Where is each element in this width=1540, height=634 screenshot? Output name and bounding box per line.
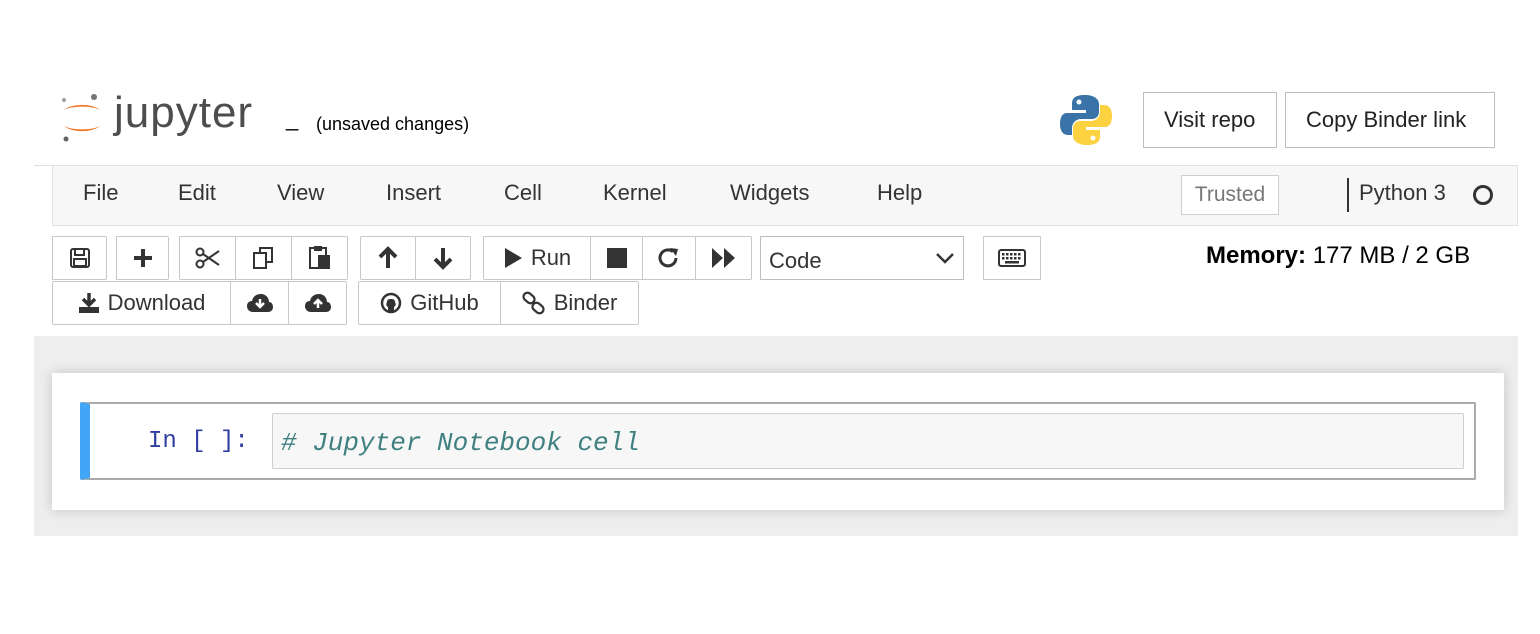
github-button[interactable]: GitHub — [358, 281, 501, 325]
insert-cell-button[interactable] — [116, 236, 169, 280]
link-icon — [522, 291, 545, 315]
restart-button[interactable] — [642, 236, 696, 280]
jupyter-logo-text[interactable]: jupyter — [114, 88, 253, 138]
kernel-separator — [1347, 178, 1349, 212]
download-label: Download — [107, 290, 206, 315]
cell-input-area[interactable]: # Jupyter Notebook cell — [272, 413, 1464, 469]
menu-view[interactable]: View — [277, 180, 324, 206]
memory-usage: Memory: 177 MB / 2 GB — [1206, 242, 1470, 270]
download-button[interactable]: Download — [52, 281, 231, 325]
cloud-download-icon — [246, 294, 273, 312]
visit-repo-button[interactable]: Visit repo — [1143, 92, 1277, 148]
download-group: Download — [52, 281, 347, 325]
move-up-button[interactable] — [360, 236, 416, 280]
save-group — [52, 236, 107, 280]
keyboard-icon — [998, 249, 1026, 267]
memory-label: Memory: — [1206, 242, 1307, 269]
github-label: GitHub — [410, 290, 479, 315]
menu-kernel[interactable]: Kernel — [603, 180, 667, 206]
menu-help[interactable]: Help — [877, 180, 922, 206]
arrow-up-icon — [378, 246, 398, 268]
cloud-upload-icon — [304, 294, 331, 312]
github-icon — [381, 292, 402, 314]
run-group: Run — [483, 236, 752, 280]
menu-insert[interactable]: Insert — [386, 180, 441, 206]
code-cell[interactable]: In [ ]: # Jupyter Notebook cell — [80, 402, 1476, 480]
notebook-name[interactable]: _ — [286, 106, 298, 132]
scissors-icon — [195, 247, 220, 269]
clipboard-group — [179, 236, 348, 280]
run-button[interactable]: Run — [483, 236, 591, 280]
download-icon — [78, 293, 99, 313]
notebook-header: jupyter _ (unsaved changes) Visit repo C… — [34, 70, 1518, 166]
insert-group — [116, 236, 169, 280]
menu-file[interactable]: File — [83, 180, 118, 206]
play-icon — [504, 248, 522, 268]
trusted-indicator[interactable]: Trusted — [1181, 175, 1279, 215]
links-group: GitHub Binder — [358, 281, 639, 325]
kernel-idle-icon — [1473, 185, 1493, 205]
restart-run-all-button[interactable] — [695, 236, 752, 280]
kernel-name[interactable]: Python 3 — [1359, 180, 1446, 206]
input-prompt: In [ ]: — [148, 428, 249, 455]
stop-icon — [606, 248, 627, 268]
chevron-down-icon — [936, 253, 954, 264]
paste-icon — [308, 246, 330, 269]
python-logo-icon — [1058, 92, 1114, 148]
paste-button[interactable] — [291, 236, 348, 280]
move-group — [360, 236, 471, 280]
binder-button[interactable]: Binder — [500, 281, 639, 325]
copy-binder-link-button[interactable]: Copy Binder link — [1285, 92, 1495, 148]
cloud-download-button[interactable] — [230, 281, 289, 325]
menu-cell[interactable]: Cell — [504, 180, 542, 206]
move-down-button[interactable] — [415, 236, 471, 280]
command-palette-button[interactable] — [983, 236, 1041, 280]
fast-forward-icon — [711, 248, 735, 268]
interrupt-button[interactable] — [590, 236, 643, 280]
cell-type-select[interactable]: Code — [760, 236, 964, 280]
notebook-page: In [ ]: # Jupyter Notebook cell — [52, 373, 1504, 510]
arrow-down-icon — [433, 248, 453, 270]
restart-icon — [658, 248, 678, 268]
menu-edit[interactable]: Edit — [178, 180, 216, 206]
plus-icon — [133, 249, 152, 267]
save-button[interactable] — [52, 236, 107, 280]
menu-widgets[interactable]: Widgets — [730, 180, 809, 206]
copy-button[interactable] — [235, 236, 292, 280]
floppy-disk-icon — [69, 248, 90, 268]
run-label: Run — [530, 245, 572, 270]
cloud-upload-button[interactable] — [288, 281, 347, 325]
binder-label: Binder — [553, 290, 618, 315]
menubar: File Edit View Insert Cell Kernel Widget… — [52, 166, 1518, 226]
jupyter-logo-icon[interactable] — [58, 90, 106, 146]
copy-icon — [252, 247, 273, 269]
cell-type-value: Code — [769, 248, 822, 273]
memory-value: 177 MB / 2 GB — [1312, 242, 1471, 269]
save-status: (unsaved changes) — [316, 114, 470, 134]
cut-button[interactable] — [179, 236, 236, 280]
cell-code[interactable]: # Jupyter Notebook cell — [281, 428, 640, 458]
